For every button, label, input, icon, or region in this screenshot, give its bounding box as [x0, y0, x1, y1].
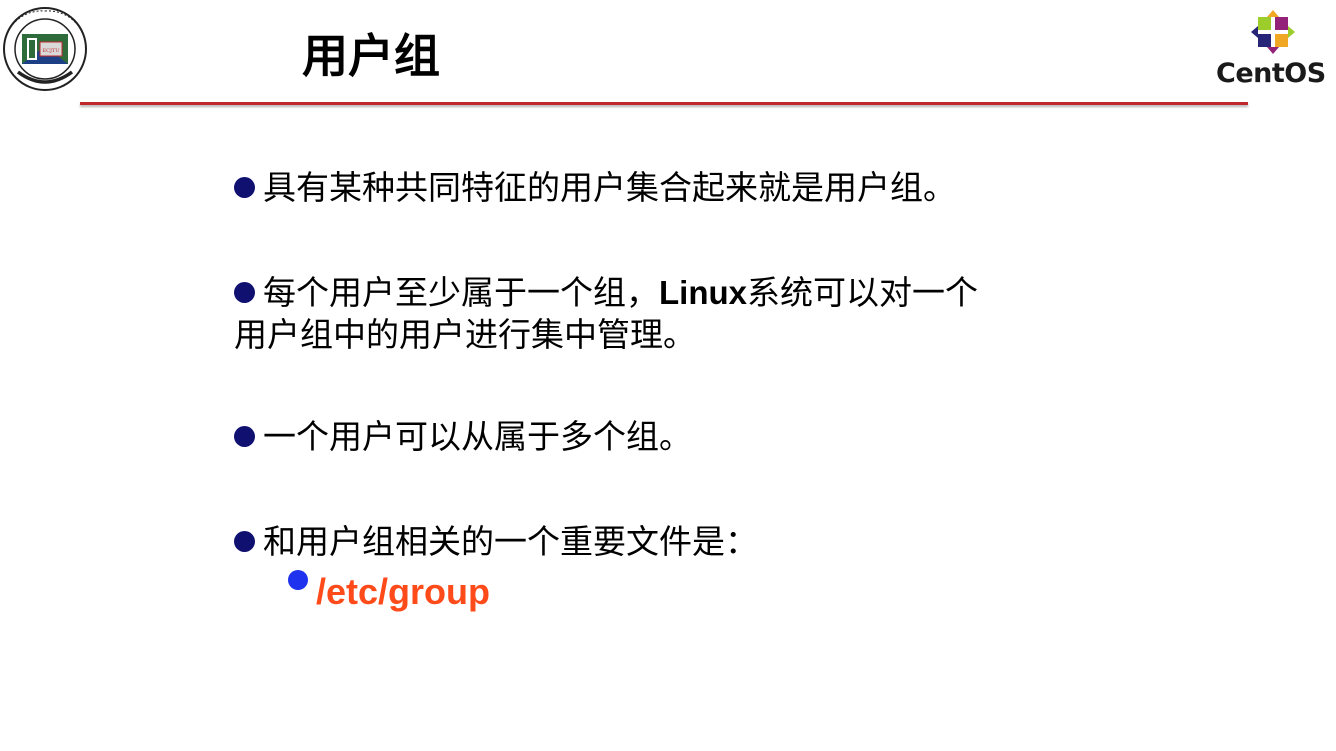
bullet-item: 一个用户可以从属于多个组。 [234, 417, 692, 457]
slide: ECJTU 用户组 CentOS 具有某种共同特征的用户集合起来就是用户组。 每… [0, 0, 1336, 751]
bullet-text: 系统可以对一个 [747, 273, 978, 312]
bullet-dot-icon [234, 177, 255, 198]
bullet-dot-icon [234, 282, 255, 303]
university-seal-logo: ECJTU [3, 7, 87, 91]
sub-bullet-dot-icon [288, 570, 308, 590]
bullet-latin-text: Linux [659, 274, 747, 311]
bullet-text: 一个用户可以从属于多个组。 [263, 417, 692, 456]
bullet-text-line2: 用户组中的用户进行集中管理。 [234, 315, 696, 354]
sub-bullet-item: /etc/group [288, 566, 490, 614]
bullet-dot-icon [234, 426, 255, 447]
bullet-dot-icon [234, 531, 255, 552]
bullet-item: 每个用户至少属于一个组，Linux系统可以对一个用户组中的用户进行集中管理。 [234, 272, 978, 356]
bullet-text: 每个用户至少属于一个组， [263, 273, 659, 312]
bullet-item: 和用户组相关的一个重要文件是： [234, 522, 758, 562]
bullet-item: 具有某种共同特征的用户集合起来就是用户组。 [234, 168, 956, 208]
title-rule [80, 102, 1248, 105]
centos-wordmark: CentOS [1216, 58, 1326, 89]
seal-badge-text: ECJTU [42, 48, 59, 54]
slide-title: 用户组 [302, 29, 440, 83]
file-path-text: /etc/group [316, 571, 491, 612]
bullet-text: 具有某种共同特征的用户集合起来就是用户组。 [263, 168, 956, 207]
bullet-text: 和用户组相关的一个重要文件是： [263, 522, 758, 561]
